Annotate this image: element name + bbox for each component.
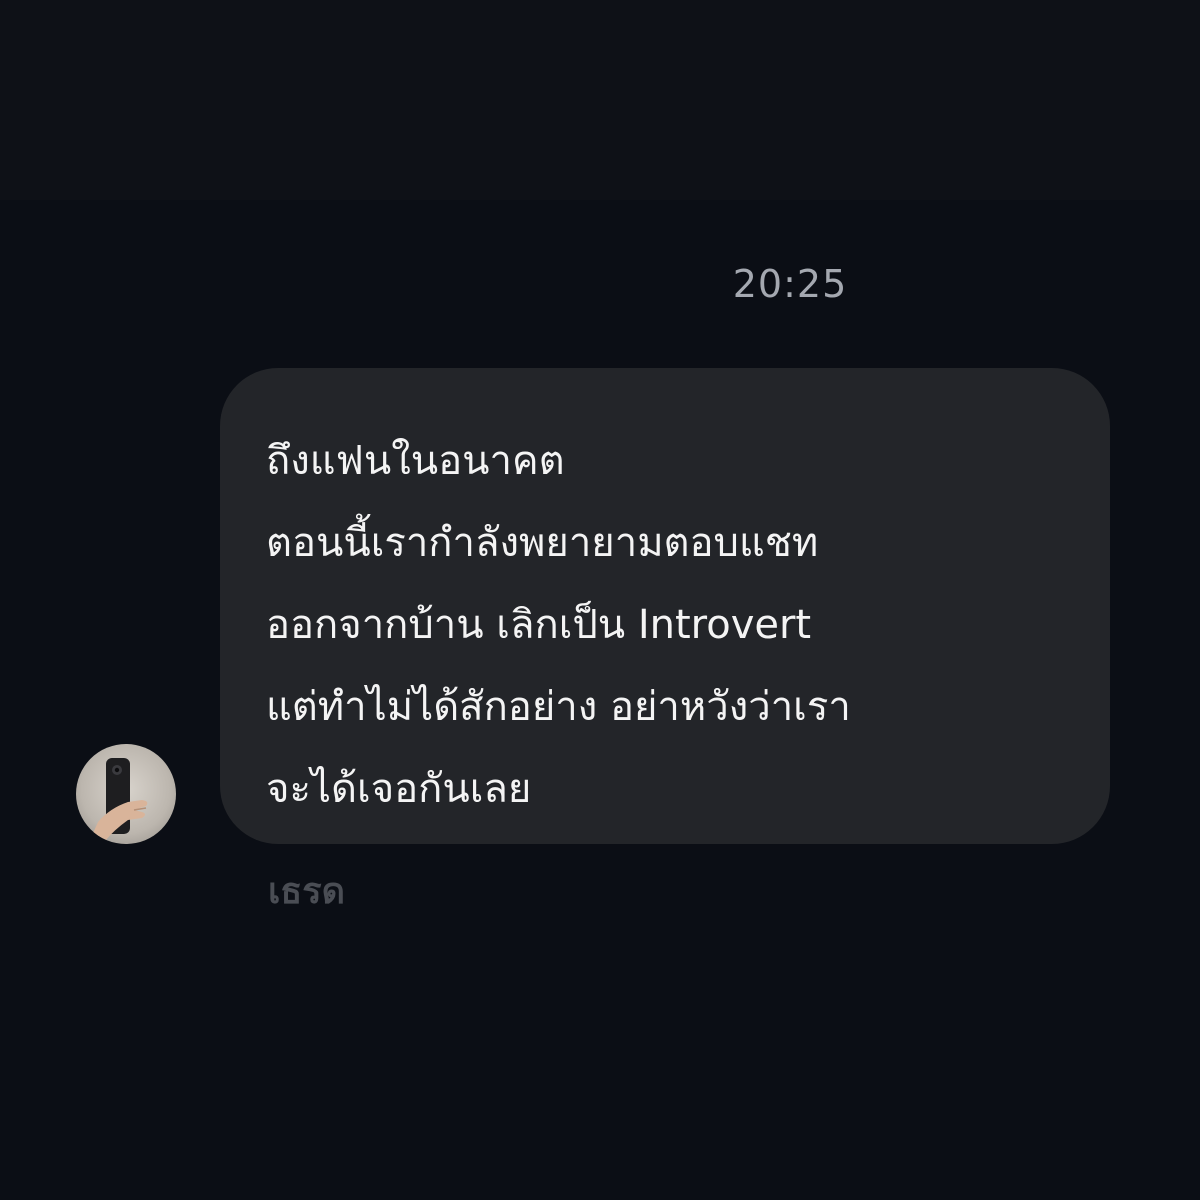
message-line: ออกจากบ้าน เลิกเป็น Introvert <box>266 602 812 648</box>
phone-selfie-icon <box>90 758 148 840</box>
message-line: จะได้เจอกันเลย <box>266 766 532 812</box>
sender-avatar[interactable] <box>76 744 176 844</box>
message-bubble[interactable]: ถึงแฟนในอนาคต ตอนนี้เรากำลังพยายามตอบแชท… <box>220 368 1110 844</box>
sender-label: เธรด <box>268 871 345 912</box>
header-region <box>0 0 1200 200</box>
message-line: แต่ทำไม่ได้สักอย่าง อย่าหวังว่าเรา <box>266 684 851 730</box>
message-line: ถึงแฟนในอนาคต <box>266 438 565 484</box>
message-timestamp: 20:25 <box>732 262 848 306</box>
message-line: ตอนนี้เรากำลังพยายามตอบแชท <box>266 520 819 566</box>
